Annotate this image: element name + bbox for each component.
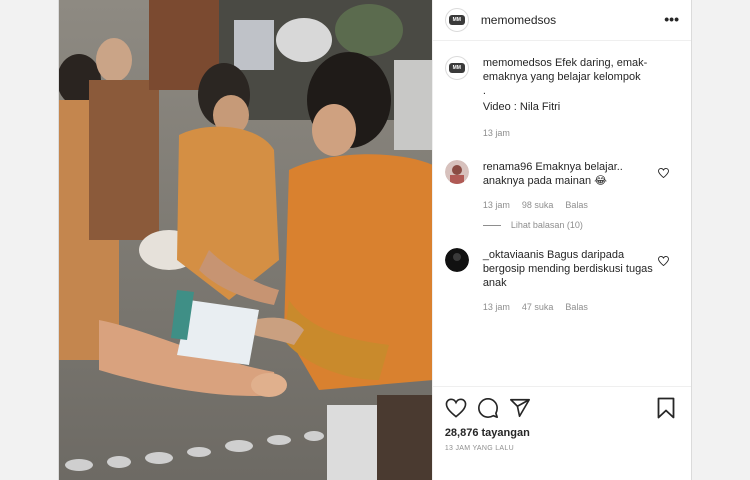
comment-time[interactable]: 13 jam: [483, 302, 510, 312]
more-icon[interactable]: •••: [664, 12, 679, 26]
view-replies-button[interactable]: Lihat balasan (10): [482, 220, 679, 230]
comment-likes[interactable]: 47 suka: [522, 302, 554, 312]
post-timestamp: 13 JAM YANG LALU: [444, 445, 514, 452]
comment-username[interactable]: renama96: [483, 161, 533, 173]
author-avatar[interactable]: MM: [444, 8, 469, 32]
caption-time: 13 jam: [482, 128, 510, 138]
view-replies-label: Lihat balasan (10): [510, 220, 583, 230]
reply-button[interactable]: Balas: [565, 302, 588, 312]
reply-button[interactable]: Balas: [565, 200, 588, 210]
instagram-post: MM memomedsos ••• MM memomedsos Efek dar…: [58, 0, 692, 480]
caption-credit: Video : Nila Fitri: [482, 101, 561, 113]
comment-likes[interactable]: 98 suka: [522, 200, 554, 210]
comment-like-icon[interactable]: [658, 255, 669, 269]
comment-icon[interactable]: [477, 397, 499, 419]
view-count[interactable]: 28,876 tayangan: [445, 427, 679, 439]
comment-time[interactable]: 13 jam: [483, 200, 510, 210]
logo-mark: MM: [448, 63, 465, 73]
caption-username[interactable]: memomedsos: [483, 57, 552, 69]
commenter-avatar[interactable]: [444, 248, 469, 272]
video-player[interactable]: [59, 0, 432, 480]
heart-icon[interactable]: [445, 398, 467, 418]
comment-item: _oktaviaanis Bagus daripada bergosip men…: [444, 248, 679, 312]
caption-avatar[interactable]: MM: [444, 56, 469, 80]
post-side-panel: MM memomedsos ••• MM memomedsos Efek dar…: [431, 0, 691, 480]
replies-divider: [482, 224, 501, 226]
post-header: MM memomedsos •••: [432, 0, 691, 41]
bookmark-icon[interactable]: [657, 397, 675, 419]
commenter-avatar[interactable]: [444, 160, 469, 184]
comment-username[interactable]: _oktaviaanis: [483, 249, 544, 261]
comment-item: renama96 Emaknya belajar.. anaknya pada …: [444, 160, 679, 210]
author-username[interactable]: memomedsos: [481, 13, 556, 27]
post-actions: 28,876 tayangan 13 JAM YANG LALU: [432, 386, 691, 480]
logo-mark: MM: [448, 15, 465, 25]
share-icon[interactable]: [509, 397, 531, 419]
caption: MM memomedsos Efek daring, emak-emaknya …: [444, 56, 679, 138]
caption-dot: .: [482, 85, 486, 97]
comments-list[interactable]: MM memomedsos Efek daring, emak-emaknya …: [433, 56, 691, 378]
comment-like-icon[interactable]: [658, 167, 669, 181]
video-frame-image: [59, 0, 432, 480]
